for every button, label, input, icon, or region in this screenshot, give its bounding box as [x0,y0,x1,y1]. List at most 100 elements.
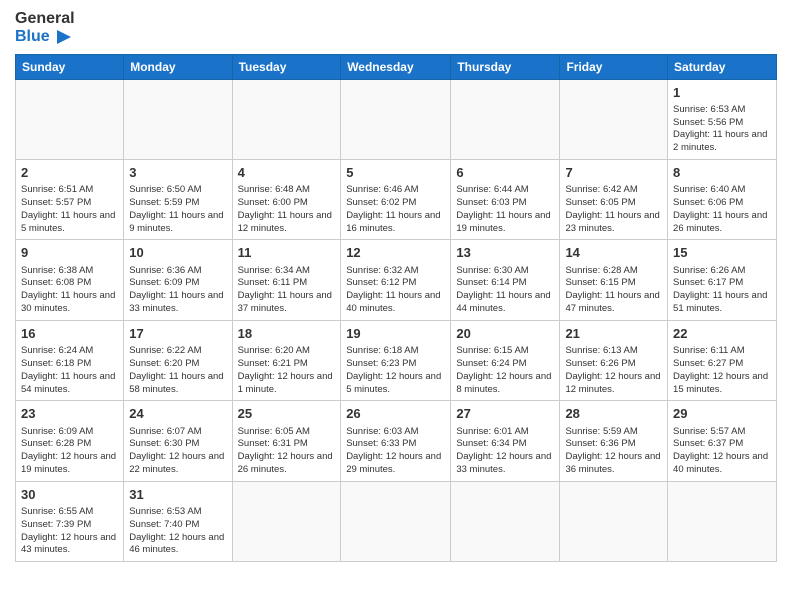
day-info: Sunrise: 6:18 AM Sunset: 6:23 PM Dayligh… [346,345,445,396]
calendar-day-cell [560,481,668,561]
day-info: Sunrise: 6:11 AM Sunset: 6:27 PM Dayligh… [673,345,771,396]
weekday-header-wednesday: Wednesday [341,54,451,79]
day-number: 24 [129,405,226,423]
day-info: Sunrise: 6:05 AM Sunset: 6:31 PM Dayligh… [238,426,336,477]
day-info: Sunrise: 6:30 AM Sunset: 6:14 PM Dayligh… [456,265,554,316]
calendar-day-cell: 14Sunrise: 6:28 AM Sunset: 6:15 PM Dayli… [560,240,668,320]
day-info: Sunrise: 6:53 AM Sunset: 7:40 PM Dayligh… [129,506,226,557]
calendar-day-cell [124,79,232,159]
day-number: 1 [673,84,771,102]
day-number: 22 [673,325,771,343]
day-number: 8 [673,164,771,182]
calendar-day-cell: 3Sunrise: 6:50 AM Sunset: 5:59 PM Daylig… [124,160,232,240]
calendar-day-cell: 27 Sunrise: 6:01 AM Sunset: 6:34 PM Dayli… [451,401,560,481]
day-number: 19 [346,325,445,343]
day-info: Sunrise: 6:46 AM Sunset: 6:02 PM Dayligh… [346,184,445,235]
day-number: 2 [21,164,118,182]
calendar-day-cell: 12 Sunrise: 6:32 AM Sunset: 6:12 PM Dayli… [341,240,451,320]
calendar-day-cell: 28 Sunrise: 5:59 AM Sunset: 6:36 PM Dayli… [560,401,668,481]
day-info: Sunrise: 6:34 AM Sunset: 6:11 PM Dayligh… [238,265,336,316]
calendar-week-row: 9 Sunrise: 6:38 AM Sunset: 6:08 PM Daylig… [16,240,777,320]
logo-text: General Blue [15,10,75,46]
calendar-day-cell: 15Sunrise: 6:26 AM Sunset: 6:17 PM Dayli… [668,240,777,320]
day-info: Sunrise: 6:36 AM Sunset: 6:09 PM Dayligh… [129,265,226,316]
day-number: 28 [565,405,662,423]
calendar-day-cell: 31Sunrise: 6:53 AM Sunset: 7:40 PM Dayli… [124,481,232,561]
header: General Blue [15,10,777,46]
page: General Blue SundayMondayTuesdayWednesda… [0,0,792,612]
weekday-header-friday: Friday [560,54,668,79]
day-info: Sunrise: 6:22 AM Sunset: 6:20 PM Dayligh… [129,345,226,396]
day-info: Sunrise: 6:32 AM Sunset: 6:12 PM Dayligh… [346,265,445,316]
calendar-day-cell: 10 Sunrise: 6:36 AM Sunset: 6:09 PM Dayli… [124,240,232,320]
calendar-day-cell: 19 Sunrise: 6:18 AM Sunset: 6:23 PM Dayli… [341,320,451,400]
calendar-day-cell: 21Sunrise: 6:13 AM Sunset: 6:26 PM Dayli… [560,320,668,400]
calendar-day-cell [16,79,124,159]
day-number: 30 [21,486,118,504]
day-info: Sunrise: 6:07 AM Sunset: 6:30 PM Dayligh… [129,426,226,477]
calendar-day-cell [232,481,341,561]
calendar-day-cell: 13 Sunrise: 6:30 AM Sunset: 6:14 PM Dayli… [451,240,560,320]
day-info: Sunrise: 6:13 AM Sunset: 6:26 PM Dayligh… [565,345,662,396]
calendar-day-cell: 23Sunrise: 6:09 AM Sunset: 6:28 PM Dayli… [16,401,124,481]
day-number: 16 [21,325,118,343]
day-number: 10 [129,244,226,262]
day-info: Sunrise: 5:57 AM Sunset: 6:37 PM Dayligh… [673,426,771,477]
day-info: Sunrise: 6:55 AM Sunset: 7:39 PM Dayligh… [21,506,118,557]
day-number: 6 [456,164,554,182]
calendar-day-cell: 8Sunrise: 6:40 AM Sunset: 6:06 PM Daylig… [668,160,777,240]
weekday-header-row: SundayMondayTuesdayWednesdayThursdayFrid… [16,54,777,79]
calendar-day-cell [451,79,560,159]
calendar-week-row: 2 Sunrise: 6:51 AM Sunset: 5:57 PM Daylig… [16,160,777,240]
day-number: 4 [238,164,336,182]
day-info: Sunrise: 6:53 AM Sunset: 5:56 PM Dayligh… [673,104,771,155]
day-info: Sunrise: 6:38 AM Sunset: 6:08 PM Dayligh… [21,265,118,316]
weekday-header-tuesday: Tuesday [232,54,341,79]
calendar-day-cell: 25 Sunrise: 6:05 AM Sunset: 6:31 PM Dayli… [232,401,341,481]
day-number: 25 [238,405,336,423]
calendar-day-cell: 17Sunrise: 6:22 AM Sunset: 6:20 PM Dayli… [124,320,232,400]
calendar-day-cell: 20Sunrise: 6:15 AM Sunset: 6:24 PM Dayli… [451,320,560,400]
calendar-day-cell: 29 Sunrise: 5:57 AM Sunset: 6:37 PM Dayli… [668,401,777,481]
day-info: Sunrise: 5:59 AM Sunset: 6:36 PM Dayligh… [565,426,662,477]
day-number: 27 [456,405,554,423]
day-info: Sunrise: 6:01 AM Sunset: 6:34 PM Dayligh… [456,426,554,477]
day-info: Sunrise: 6:50 AM Sunset: 5:59 PM Dayligh… [129,184,226,235]
weekday-header-thursday: Thursday [451,54,560,79]
day-info: Sunrise: 6:42 AM Sunset: 6:05 PM Dayligh… [565,184,662,235]
calendar-day-cell: 6 Sunrise: 6:44 AM Sunset: 6:03 PM Daylig… [451,160,560,240]
weekday-header-monday: Monday [124,54,232,79]
calendar-day-cell: 18Sunrise: 6:20 AM Sunset: 6:21 PM Dayli… [232,320,341,400]
calendar-day-cell: 22 Sunrise: 6:11 AM Sunset: 6:27 PM Dayli… [668,320,777,400]
calendar-day-cell [668,481,777,561]
calendar-day-cell: 11 Sunrise: 6:34 AM Sunset: 6:11 PM Dayli… [232,240,341,320]
day-number: 5 [346,164,445,182]
calendar-day-cell [232,79,341,159]
day-number: 11 [238,244,336,262]
day-info: Sunrise: 6:09 AM Sunset: 6:28 PM Dayligh… [21,426,118,477]
weekday-header-sunday: Sunday [16,54,124,79]
calendar-day-cell: 1 Sunrise: 6:53 AM Sunset: 5:56 PM Daylig… [668,79,777,159]
calendar-day-cell: 2 Sunrise: 6:51 AM Sunset: 5:57 PM Daylig… [16,160,124,240]
calendar-week-row: 23Sunrise: 6:09 AM Sunset: 6:28 PM Dayli… [16,401,777,481]
day-info: Sunrise: 6:20 AM Sunset: 6:21 PM Dayligh… [238,345,336,396]
calendar-day-cell: 24 Sunrise: 6:07 AM Sunset: 6:30 PM Dayli… [124,401,232,481]
day-info: Sunrise: 6:44 AM Sunset: 6:03 PM Dayligh… [456,184,554,235]
day-number: 29 [673,405,771,423]
calendar-day-cell: 16Sunrise: 6:24 AM Sunset: 6:18 PM Dayli… [16,320,124,400]
calendar-day-cell [560,79,668,159]
day-number: 12 [346,244,445,262]
calendar-day-cell: 4Sunrise: 6:48 AM Sunset: 6:00 PM Daylig… [232,160,341,240]
weekday-header-saturday: Saturday [668,54,777,79]
logo: General Blue [15,10,75,46]
day-number: 9 [21,244,118,262]
calendar-day-cell [341,481,451,561]
day-info: Sunrise: 6:51 AM Sunset: 5:57 PM Dayligh… [21,184,118,235]
day-info: Sunrise: 6:15 AM Sunset: 6:24 PM Dayligh… [456,345,554,396]
calendar-week-row: 1 Sunrise: 6:53 AM Sunset: 5:56 PM Daylig… [16,79,777,159]
day-info: Sunrise: 6:28 AM Sunset: 6:15 PM Dayligh… [565,265,662,316]
calendar-week-row: 16Sunrise: 6:24 AM Sunset: 6:18 PM Dayli… [16,320,777,400]
day-number: 13 [456,244,554,262]
calendar-day-cell [451,481,560,561]
calendar-day-cell: 26Sunrise: 6:03 AM Sunset: 6:33 PM Dayli… [341,401,451,481]
